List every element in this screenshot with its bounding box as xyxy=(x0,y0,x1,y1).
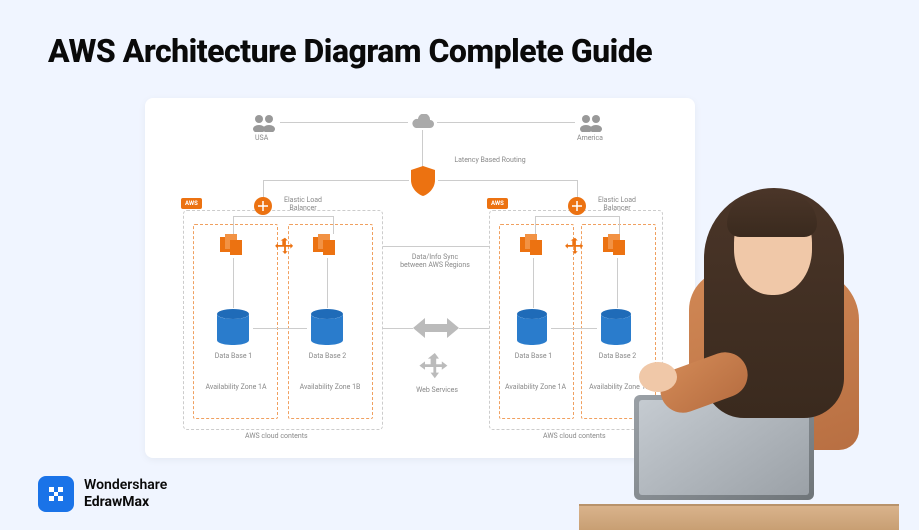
server-icon xyxy=(310,234,338,258)
brand-line2: EdrawMax xyxy=(84,494,167,511)
cloud-contents-label: AWS cloud contents xyxy=(245,432,308,440)
web-services-icon xyxy=(418,353,454,385)
shield-icon xyxy=(409,166,437,198)
users-left-label: USA xyxy=(255,134,268,142)
users-icon xyxy=(250,114,278,134)
db1-label: Data Base 1 xyxy=(511,352,556,360)
db2-label: Data Base 2 xyxy=(305,352,350,360)
elb-icon xyxy=(253,196,273,218)
brand: Wondershare EdrawMax xyxy=(38,476,167,512)
server-icon xyxy=(217,234,245,258)
db1-label: Data Base 1 xyxy=(211,352,256,360)
brand-logo-icon xyxy=(38,476,74,512)
az1-label: Availability Zone 1A xyxy=(201,383,271,391)
users-icon xyxy=(577,114,605,134)
server-icon xyxy=(517,234,545,258)
sync-icon xyxy=(275,236,295,258)
az2-label: Availability Zone 1B xyxy=(295,383,365,391)
aws-badge: AWS xyxy=(487,198,508,209)
bidir-arrow-icon xyxy=(413,313,459,345)
aws-badge: AWS xyxy=(181,198,202,209)
cloud-icon xyxy=(410,114,436,132)
webservices-label: Web Services xyxy=(407,386,467,394)
az1-label: Availability Zone 1A xyxy=(503,383,568,391)
person-illustration xyxy=(579,190,899,530)
database-icon xyxy=(215,308,251,350)
elb-label: Elastic Load Balancer xyxy=(278,196,328,212)
database-icon xyxy=(309,308,345,350)
users-right-label: America xyxy=(577,134,603,142)
database-icon xyxy=(515,308,549,350)
routing-label: Latency Based Routing xyxy=(445,156,535,164)
brand-line1: Wondershare xyxy=(84,477,167,494)
sync-label: Data/Info Sync between AWS Regions xyxy=(400,253,470,269)
page-title: AWS Architecture Diagram Complete Guide xyxy=(48,32,652,70)
